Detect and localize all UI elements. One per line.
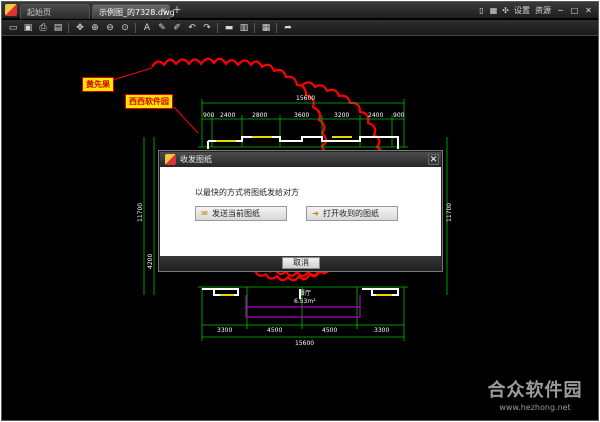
watermark-url: www.hezhong.net <box>499 403 571 412</box>
tab-start-page[interactable]: 起始页 <box>20 4 90 19</box>
dim-bottom-seg-3: 4500 <box>322 327 337 334</box>
open-folder-icon: ➜ <box>312 209 319 218</box>
layer-icon[interactable]: ▥ <box>238 22 250 34</box>
grid-icon[interactable]: ▦ <box>489 6 498 15</box>
dim-left-sub: 4200 <box>147 254 154 269</box>
send-drawing-label: 发送当前图纸 <box>212 209 260 218</box>
open-icon[interactable]: ▭ <box>7 22 19 34</box>
undo-icon[interactable]: ↶ <box>186 22 198 34</box>
open-received-button[interactable]: ➜ 打开收到的图纸 <box>306 206 398 221</box>
dialog-title-bar[interactable]: 收发图纸 ✕ <box>160 152 441 167</box>
dialog-title: 收发图纸 <box>180 155 212 164</box>
image-icon[interactable]: ▤ <box>52 22 64 34</box>
app-window: 起始页 示例图_的7328.dwg ✕ + ▯ ▦ ✣ 设置 资源 ─ □ ✕ … <box>1 1 599 421</box>
annotation-note-2[interactable]: 西西软件园 <box>125 94 173 109</box>
send-icon: ✉ <box>201 209 208 218</box>
erase-icon[interactable]: ✐ <box>171 22 183 34</box>
drawing-canvas[interactable]: 15600 900 2400 2800 3600 3200 2400 900 3… <box>2 37 598 420</box>
dim-left: 11700 <box>137 203 144 222</box>
dim-top-seg-3: 2800 <box>252 112 267 119</box>
tab-bar: 起始页 示例图_的7328.dwg ✕ + ▯ ▦ ✣ 设置 资源 ─ □ ✕ <box>2 2 598 19</box>
print-icon[interactable]: ⎙ <box>37 22 49 34</box>
cancel-button[interactable]: 取消 <box>282 257 320 269</box>
zoom-extent-icon[interactable]: ⊙ <box>119 22 131 34</box>
dim-top-total: 15600 <box>296 95 315 102</box>
phone-icon[interactable]: ▯ <box>477 6 486 15</box>
redo-icon[interactable]: ↷ <box>201 22 213 34</box>
dim-bottom-seg-4: 3300 <box>374 327 389 334</box>
close-tab-icon[interactable]: ✕ <box>159 6 168 15</box>
toolbar: ▭ ▣ ⎙ ▤ ✥ ⊕ ⊖ ⊙ A ✎ ✐ ↶ ↷ ▬ ▥ ▦ ➦ <box>2 20 598 36</box>
watermark-brand: 合众软件园 <box>487 380 583 401</box>
layout-icon[interactable]: ▦ <box>260 22 272 34</box>
room-area: 6.53m² <box>294 298 316 305</box>
dim-top-seg-4: 3600 <box>294 112 309 119</box>
dialog-close-icon[interactable]: ✕ <box>428 154 439 165</box>
watermark: 合众软件园 www.hezhong.net <box>474 376 596 412</box>
dim-top-seg-1: 900 <box>203 112 215 119</box>
dim-top-seg-5: 3200 <box>334 112 349 119</box>
dim-bottom-seg-1: 3300 <box>217 327 232 334</box>
toolbar-separator <box>254 23 255 33</box>
send-drawing-button[interactable]: ✉ 发送当前图纸 <box>195 206 287 221</box>
toolbar-separator <box>135 23 136 33</box>
app-logo-icon[interactable] <box>5 4 17 16</box>
dim-bottom-total: 15600 <box>295 340 314 347</box>
close-window-icon[interactable]: ✕ <box>583 6 594 16</box>
toolbar-separator <box>276 23 277 33</box>
add-tab-icon[interactable]: + <box>171 4 183 16</box>
dim-bottom-seg-2: 4500 <box>267 327 282 334</box>
maximize-icon[interactable]: □ <box>569 6 580 16</box>
toolbar-separator <box>68 23 69 33</box>
annotation-note-1[interactable]: 黄先果 <box>82 77 114 92</box>
save-icon[interactable]: ▣ <box>22 22 34 34</box>
note-arrow <box>173 106 199 134</box>
dialog-message: 以最快的方式将图纸发给对方 <box>195 188 299 197</box>
zoom-out-icon[interactable]: ⊖ <box>104 22 116 34</box>
send-icon[interactable]: ➦ <box>282 22 294 34</box>
dim-top-seg-7: 900 <box>393 112 405 119</box>
dim-top-seg-6: 2400 <box>368 112 383 119</box>
measure-icon[interactable]: ▬ <box>223 22 235 34</box>
text-icon[interactable]: A <box>141 22 153 34</box>
resources-link[interactable]: 资源 <box>535 5 551 16</box>
open-received-label: 打开收到的图纸 <box>323 209 379 218</box>
wall-top <box>208 136 399 142</box>
dim-top-seg-2: 2400 <box>220 112 235 119</box>
pen-icon[interactable]: ✎ <box>156 22 168 34</box>
settings-link[interactable]: 设置 <box>514 5 530 16</box>
minimize-icon[interactable]: ─ <box>555 6 566 16</box>
send-receive-dialog: 收发图纸 ✕ 以最快的方式将图纸发给对方 ✉ 发送当前图纸 ➜ 打开收到的图纸 … <box>159 151 442 271</box>
app-logo-icon <box>165 154 176 165</box>
top-right-controls: ▯ ▦ ✣ 设置 资源 ─ □ ✕ <box>477 4 594 17</box>
dialog-footer: 取消 <box>160 256 441 270</box>
pan-icon[interactable]: ✥ <box>74 22 86 34</box>
share-icon[interactable]: ✣ <box>501 6 510 15</box>
dim-right: 11700 <box>446 203 453 222</box>
zoom-in-icon[interactable]: ⊕ <box>89 22 101 34</box>
toolbar-separator <box>217 23 218 33</box>
